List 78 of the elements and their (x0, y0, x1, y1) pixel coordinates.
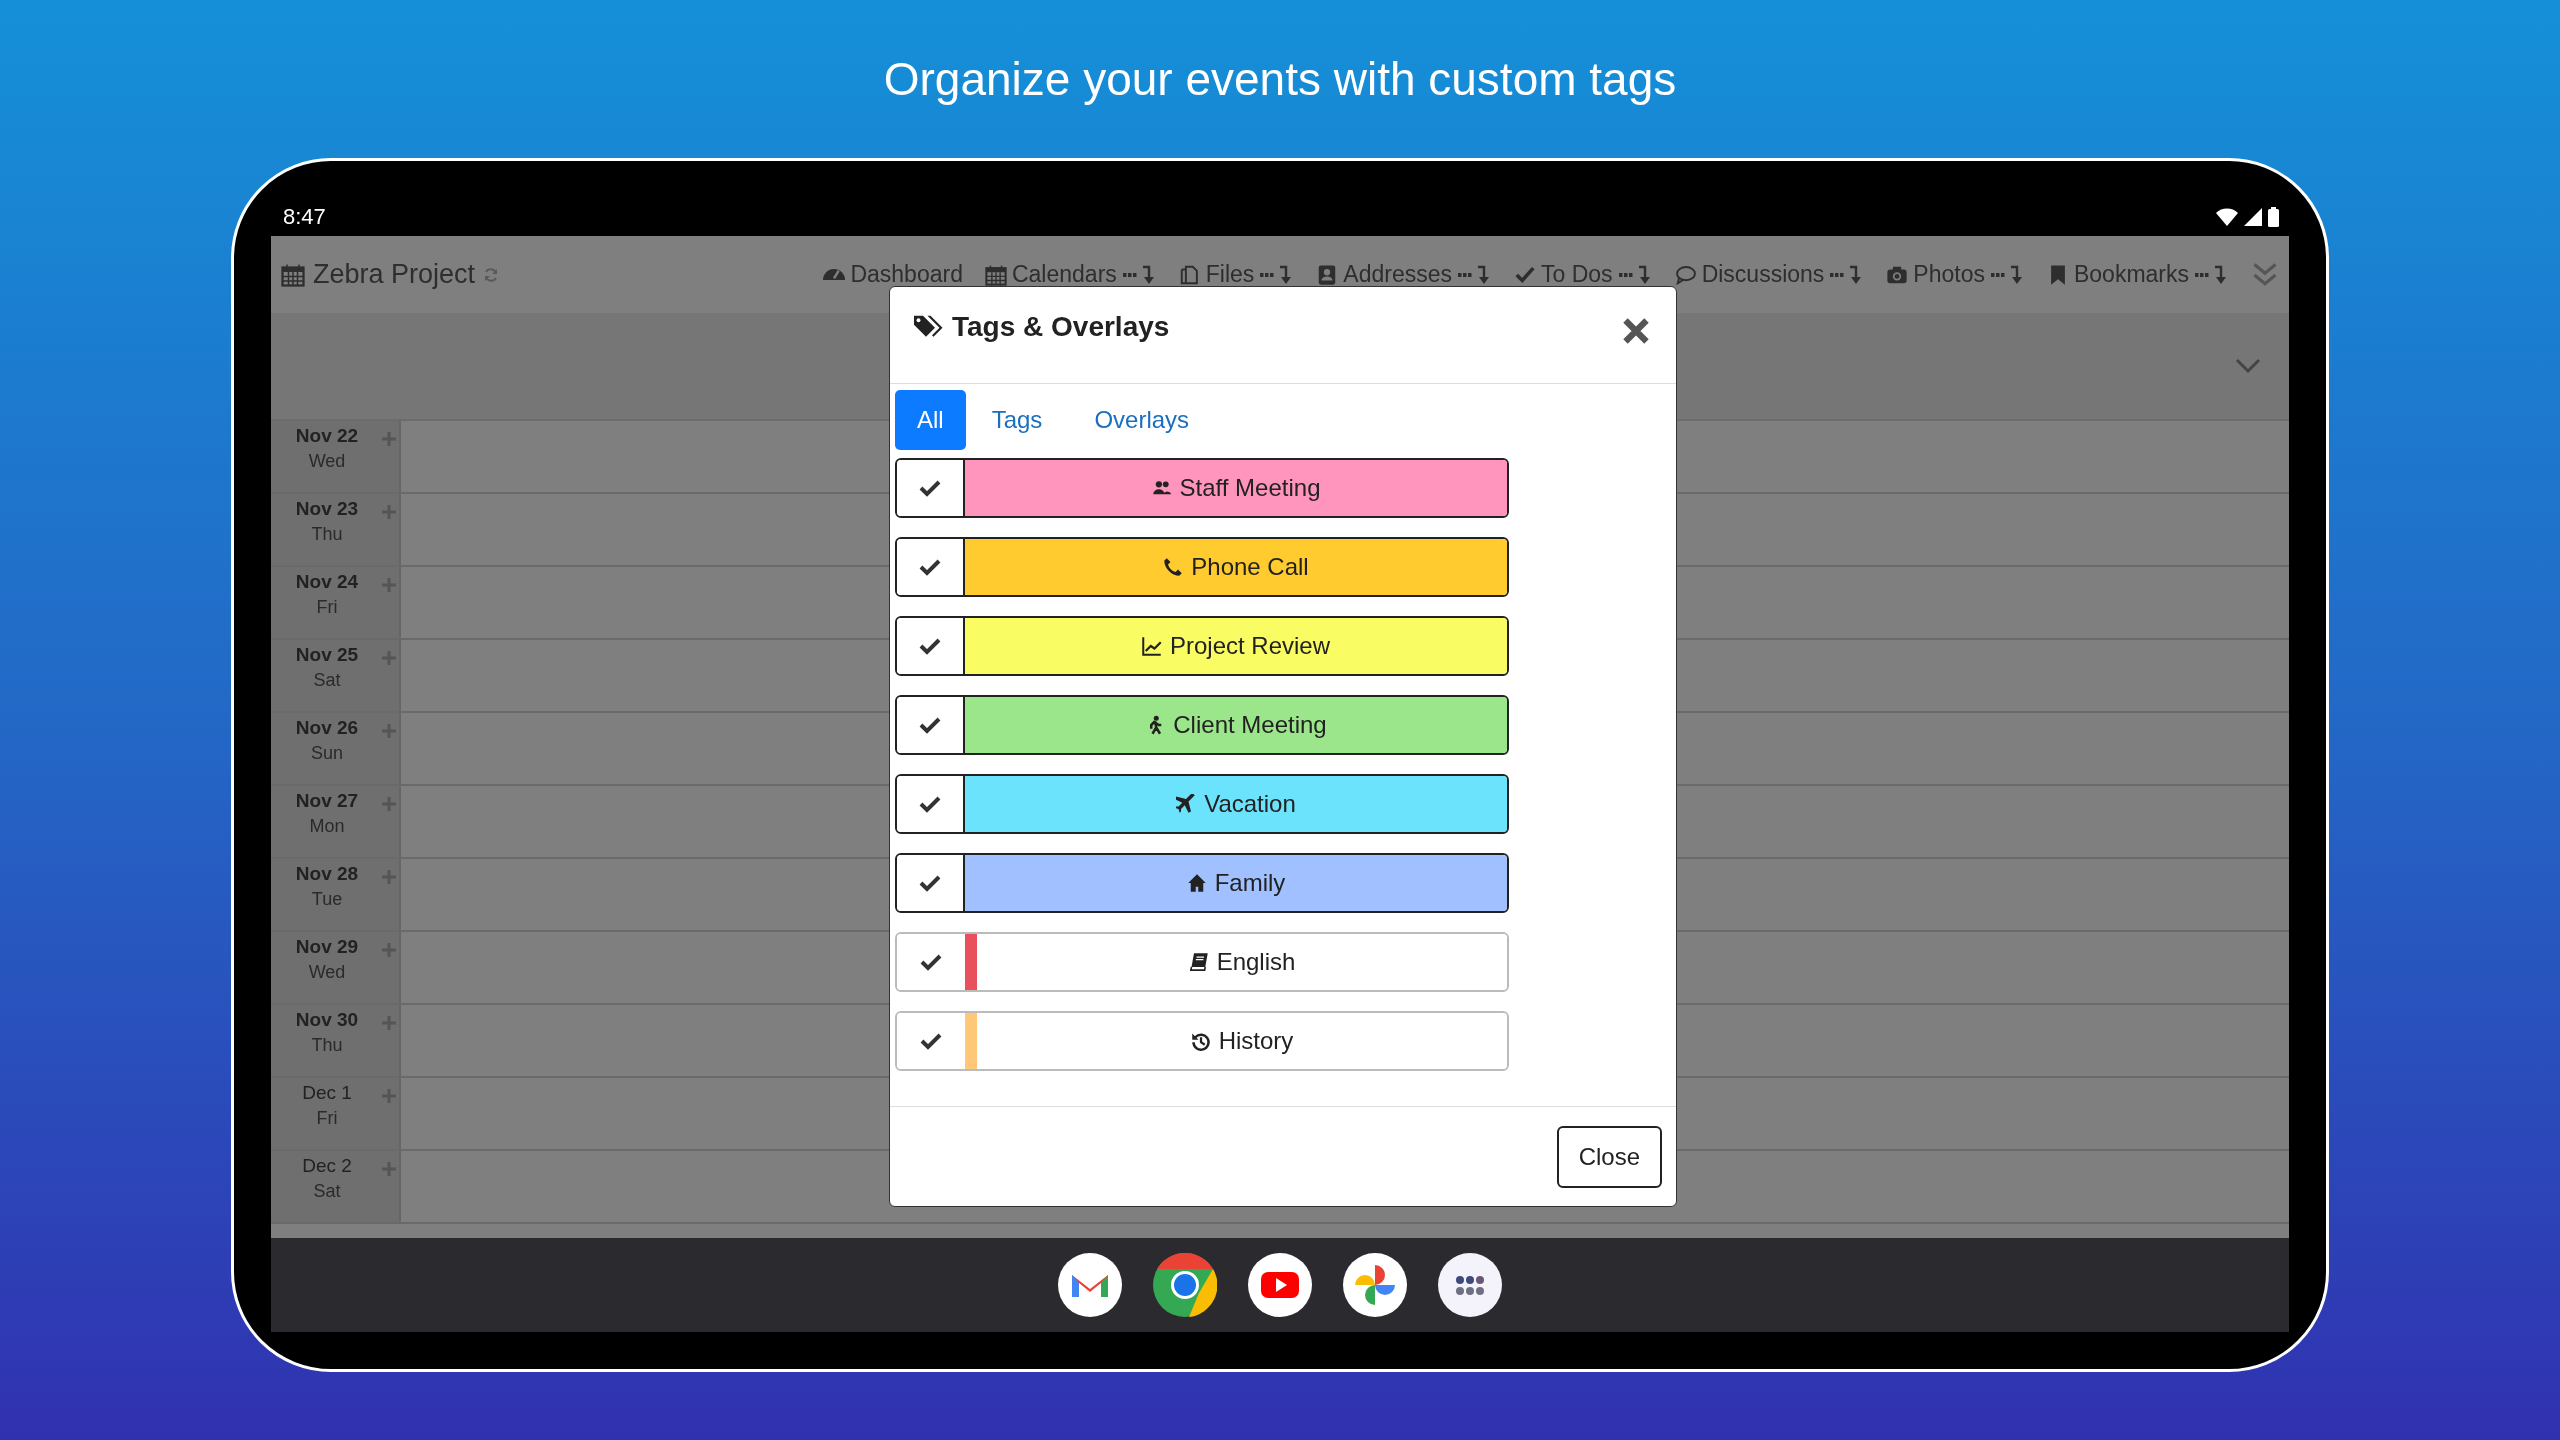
tag-button[interactable]: Phone Call (965, 539, 1507, 595)
browser-icon[interactable] (1153, 1253, 1217, 1317)
tag-checkbox[interactable] (897, 697, 965, 753)
date-label: Dec 1 (302, 1082, 352, 1104)
date-label: Nov 28 (295, 863, 359, 885)
tag-button[interactable]: Staff Meeting (965, 460, 1507, 516)
checkmark-icon (919, 874, 941, 892)
files-icon (1178, 263, 1201, 286)
date-label: Nov 24 (295, 571, 359, 593)
project-title[interactable]: Zebra Project (313, 259, 476, 290)
date-label: Nov 26 (295, 717, 359, 739)
checkmark-icon (919, 716, 941, 734)
battery-icon (2268, 207, 2279, 227)
nav-link[interactable]: Photos (1886, 261, 1985, 288)
menu-toggle-icon[interactable] (2195, 264, 2229, 285)
weekday-label: Tue (311, 889, 343, 910)
clock-time: 8:47 (283, 204, 326, 230)
menu-toggle-icon[interactable] (1122, 264, 1157, 285)
airplane-icon (1176, 794, 1197, 814)
tag-button[interactable]: Family (965, 855, 1507, 911)
signal-icon (2244, 208, 2262, 226)
speech-bubble-icon (1674, 263, 1697, 286)
weekday-label: Fri (316, 597, 338, 618)
date-label: Nov 25 (295, 644, 359, 666)
gauge-icon (823, 269, 846, 280)
dialog-title: Tags & Overlays (952, 311, 1170, 343)
weekday-label: Sun (311, 743, 343, 764)
tag-button[interactable]: Vacation (965, 776, 1507, 832)
nav-link[interactable]: Files (1178, 261, 1255, 288)
weekday-label: Thu (311, 524, 343, 545)
wifi-icon (2216, 208, 2238, 226)
headline: Organize your events with custom tags (883, 52, 1677, 106)
weekday-label: Thu (311, 1035, 343, 1056)
book-icon (1188, 952, 1209, 972)
checkmark-icon (919, 795, 941, 813)
checkmark-icon (920, 953, 942, 971)
tag-checkbox[interactable] (897, 460, 965, 516)
tag-button[interactable]: Client Meeting (965, 697, 1507, 753)
date-label: Nov 22 (295, 425, 359, 447)
date-label: Nov 29 (295, 936, 359, 958)
nav-link[interactable]: Bookmarks (2046, 261, 2189, 288)
nav-link[interactable]: Discussions (1674, 261, 1825, 288)
tags-icon (914, 314, 944, 340)
nav-link[interactable]: Calendars (984, 261, 1117, 288)
tag-checkbox[interactable] (897, 776, 965, 832)
weekday-label: Sat (313, 670, 341, 691)
weekday-label: Mon (309, 816, 345, 837)
nav-link[interactable]: Dashboard (823, 261, 963, 288)
tag-checkbox[interactable] (897, 539, 965, 595)
date-label: Dec 2 (302, 1155, 352, 1177)
weekday-label: Sat (313, 1181, 341, 1202)
line-chart-icon (1141, 636, 1162, 656)
tab[interactable]: Tags (965, 390, 1069, 450)
date-label: Nov 27 (295, 790, 359, 812)
menu-toggle-icon[interactable] (1990, 264, 2025, 285)
close-button[interactable]: Close (1556, 1125, 1662, 1188)
close-icon[interactable] (1622, 317, 1650, 345)
house-icon (1186, 873, 1207, 893)
checkmark-icon (919, 637, 941, 655)
checkmark-icon (919, 479, 941, 497)
checkmark-icon (920, 1032, 942, 1050)
menu-toggle-icon[interactable] (1618, 264, 1653, 285)
tag-checkbox[interactable] (897, 855, 965, 911)
tab[interactable]: Overlays (1068, 390, 1216, 450)
tag-checkbox[interactable] (897, 618, 965, 674)
tag-button[interactable]: Project Review (965, 618, 1507, 674)
checkmark-icon (919, 558, 941, 576)
date-label: Nov 30 (295, 1009, 359, 1031)
weekday-label: Wed (308, 962, 346, 983)
phone-icon (1163, 557, 1184, 577)
date-label: Nov 23 (295, 498, 359, 520)
chevron-down-icon[interactable] (2235, 358, 2261, 374)
nav-link[interactable]: To Dos (1514, 261, 1613, 288)
weekday-label: Fri (316, 1108, 338, 1129)
history-icon (1190, 1031, 1211, 1051)
weekday-label: Wed (308, 451, 346, 472)
tab[interactable]: All (895, 390, 966, 450)
nav-link[interactable]: Addresses (1316, 261, 1453, 288)
